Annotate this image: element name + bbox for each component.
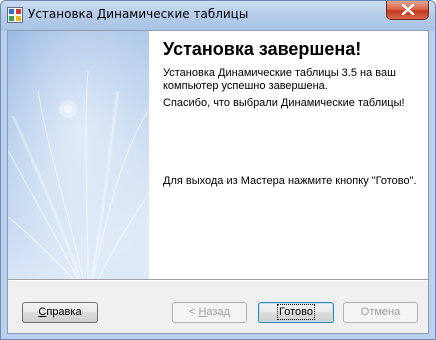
window-title: Установка Динамические таблицы <box>28 7 249 21</box>
wizard-content-panel: Установка завершена! Установка Динамичес… <box>149 31 428 279</box>
installer-window: Установка Динамические таблицы Установка… <box>0 0 436 340</box>
back-button[interactable]: < Назад <box>172 302 247 323</box>
finish-button[interactable]: Готово <box>258 302 334 323</box>
help-button[interactable]: Справка <box>22 302 98 323</box>
cancel-button-label: Отмена <box>360 306 401 318</box>
back-button-label: < Назад <box>188 306 230 318</box>
completion-message: Установка Динамические таблицы 3.5 на ва… <box>163 67 396 92</box>
title-bar[interactable]: Установка Динамические таблицы <box>1 1 435 29</box>
cancel-button[interactable]: Отмена <box>343 302 418 323</box>
page-heading: Установка завершена! <box>163 39 362 59</box>
finish-button-label: Готово <box>277 304 315 320</box>
button-area-separator <box>8 279 428 281</box>
exit-instructions: Для выхода из Мастера нажмите кнопку "Го… <box>163 175 417 187</box>
close-button[interactable] <box>386 1 429 20</box>
close-icon <box>401 4 415 15</box>
installer-app-icon <box>7 7 23 23</box>
wizard-client-area: Установка завершена! Установка Динамичес… <box>7 30 429 334</box>
wizard-side-panel-graphic <box>8 31 149 279</box>
help-button-label: Справка <box>38 306 82 318</box>
thanks-message: Спасибо, что выбрали Динамические таблиц… <box>163 97 405 109</box>
